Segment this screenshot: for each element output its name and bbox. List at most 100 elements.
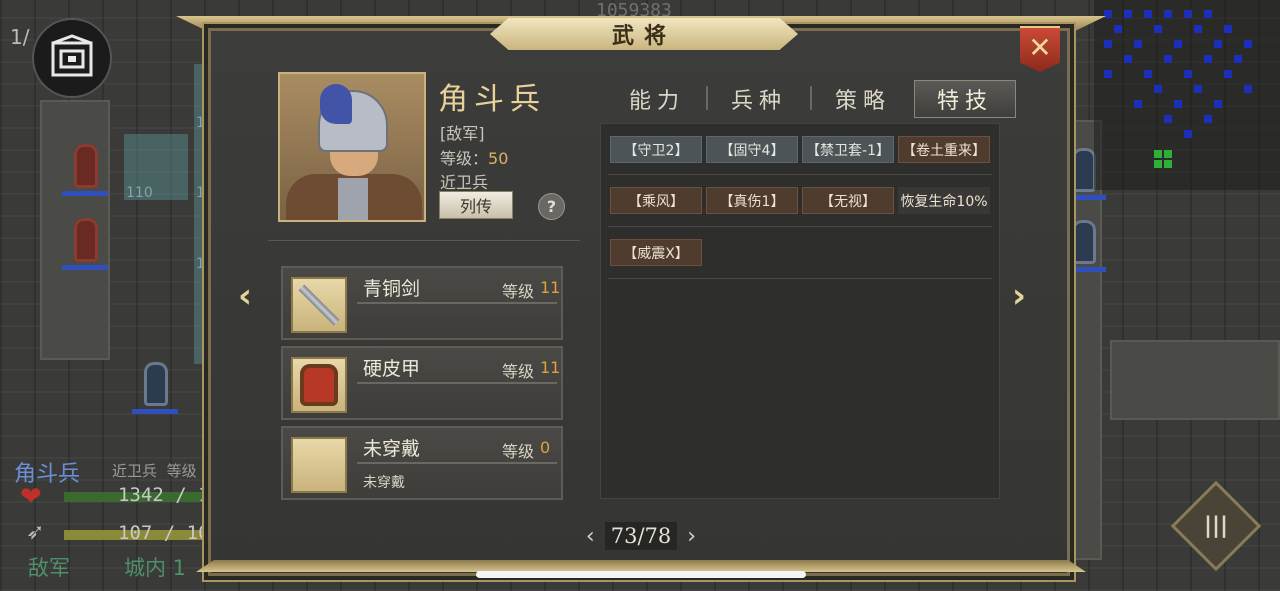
minimap-marker [1154,160,1162,168]
minimap-marker [1104,40,1112,48]
pager-next-icon[interactable]: › [687,524,696,549]
minimap-marker [1184,130,1192,138]
page-indicator: 1/ [10,25,30,49]
skill-tag[interactable]: 【乘风】 [610,187,702,214]
unit-class: 近卫兵 等级 9 [112,462,211,480]
tab-special-skills[interactable]: 特技 [914,80,1016,118]
game-logo-button[interactable] [32,18,112,98]
hp-text: 1342 / 13 [118,484,221,506]
minimap-marker [1144,10,1152,18]
heart-icon: ❤ [20,482,42,512]
equipment-name: 未穿戴 [363,438,421,460]
menu-icon: ||| [1203,513,1229,539]
sword-icon [291,277,347,333]
minimap-marker [1114,25,1122,33]
minimap-marker [1214,40,1222,48]
skill-tag[interactable]: 恢复生命10% [898,187,990,214]
game-screen: 110 110 110 110 1059383 1/ 角斗兵 近卫兵 等级 9 … [0,0,1280,591]
minimap-marker [1174,40,1182,48]
panel-title-plate: 武将 [490,18,798,50]
minimap-marker [1204,115,1212,123]
home-indicator[interactable] [476,571,806,578]
skill-tag[interactable]: 【卷土重来】 [898,136,990,163]
skill-list-panel [600,123,1000,499]
tab-separator [706,86,708,110]
equipment-name: 青铜剑 [363,278,421,300]
divider [608,226,992,227]
equipment-level: 11 [540,278,561,297]
equipment-slot-armor[interactable]: 硬皮甲 等级 11 [281,346,563,420]
pager-prev-icon[interactable]: ‹ [586,524,595,549]
minimap-marker [1234,55,1242,63]
minimap-marker [1244,85,1252,93]
hero-name: 角斗兵 [438,82,546,117]
menu-button[interactable]: ||| [1170,480,1262,572]
enemy-unit-sprite[interactable] [62,210,108,270]
equipment-slot-accessory[interactable]: 未穿戴 等级 0 未穿戴 [281,426,563,500]
tile-number: 110 [126,185,153,201]
help-button[interactable]: ? [538,193,565,220]
minimap-marker [1224,70,1232,78]
minimap-marker [1184,70,1192,78]
minimap-marker [1164,115,1172,123]
minimap-marker [1244,40,1252,48]
panel-title: 武将 [611,23,676,49]
minimap-marker [1204,55,1212,63]
hero-level-value: 50 [488,149,509,168]
unit-location: 城内 1 [124,556,187,580]
minimap-marker [1164,55,1172,63]
close-button[interactable]: ✕ [1020,26,1060,72]
unit-side: 敌军 [28,556,70,580]
guard-unit-sprite[interactable] [132,354,178,414]
hero-portrait [278,72,426,222]
skill-tag[interactable]: 【真伤1】 [706,187,798,214]
mp-text: 107 / 107 [118,522,221,544]
equipment-status: 未穿戴 [363,475,405,491]
enemy-unit-sprite[interactable] [62,136,108,196]
tab-separator [810,86,812,110]
minimap-marker [1134,100,1142,108]
equipment-level-label: 等级 [502,362,535,381]
tab-troop-type[interactable]: 兵种 [710,80,808,118]
equipment-level: 0 [540,438,551,457]
minimap-marker [1134,40,1142,48]
hero-unit-type: 近卫兵 [440,173,489,192]
minimap-marker [1194,25,1202,33]
equipment-level-label: 等级 [502,282,535,301]
pager-count: 73/78 [604,522,678,550]
close-icon: ✕ [1028,30,1052,64]
minimap-marker [1204,10,1212,18]
minimap-marker [1164,10,1172,18]
previous-hero-arrow-icon[interactable]: ‹ [238,276,252,316]
biography-button[interactable]: 列传 [439,191,513,219]
minimap-marker [1144,70,1152,78]
divider [608,174,992,175]
minimap-marker [1164,160,1172,168]
minimap-marker [1174,100,1182,108]
next-hero-arrow-icon[interactable]: › [1012,276,1026,316]
minimap[interactable] [1094,0,1280,190]
armor-icon [291,357,347,413]
skill-tag[interactable]: 【威震X】 [610,239,702,266]
minimap-marker [1104,10,1112,18]
skill-tag[interactable]: 【无视】 [802,187,894,214]
minimap-marker [1214,100,1222,108]
skill-tag[interactable]: 【禁卫套-1】 [802,136,894,163]
skill-tag[interactable]: 【固守4】 [706,136,798,163]
minimap-marker [1124,10,1132,18]
divider [608,278,992,279]
hero-faction: [敌军] [440,124,485,143]
minimap-marker [1164,150,1172,158]
equipment-name: 硬皮甲 [363,358,421,380]
map-highlight-tile [194,64,208,364]
equipment-level-label: 等级 [502,442,535,461]
equipment-slot-weapon[interactable]: 青铜剑 等级 11 [281,266,563,340]
minimap-marker [1184,10,1192,18]
feather-icon: ➶ [26,520,45,545]
minimap-marker [1154,85,1162,93]
tab-strategy[interactable]: 策略 [814,80,912,118]
skill-tag[interactable]: 【守卫2】 [610,136,702,163]
divider [268,240,580,241]
emblem-icon [51,34,93,77]
tab-ability[interactable]: 能力 [608,80,706,118]
